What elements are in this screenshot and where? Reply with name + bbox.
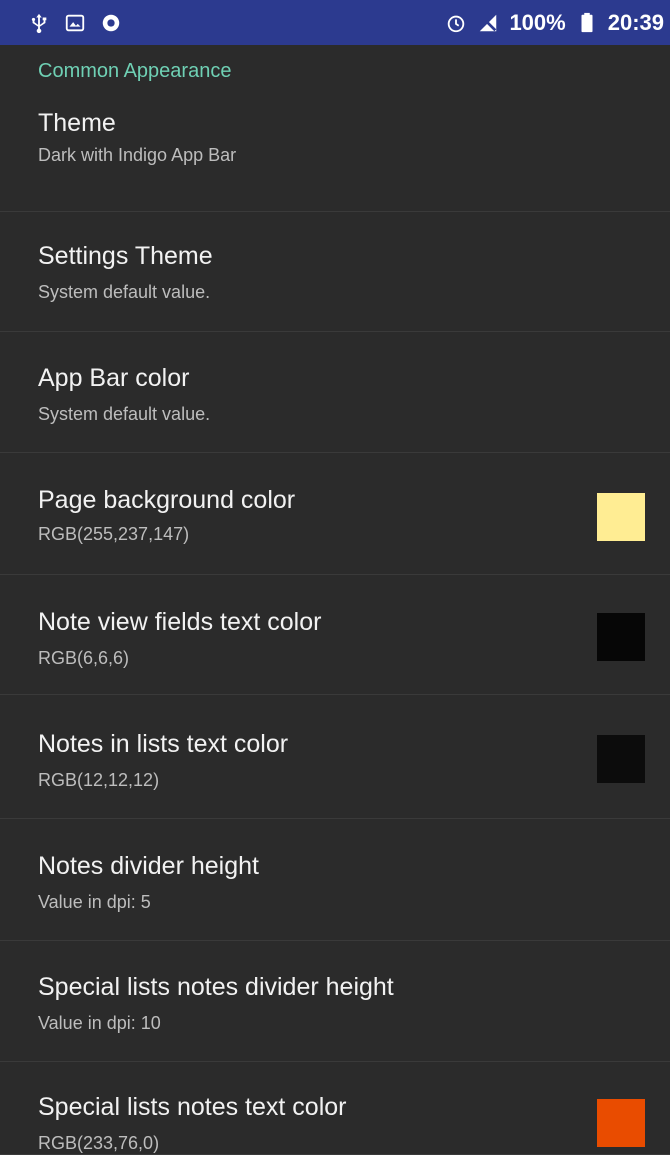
- color-swatch: [597, 493, 645, 541]
- alarm-icon: [445, 12, 467, 34]
- pref-special-lists-notes-divider-height[interactable]: Special lists notes divider height Value…: [0, 941, 670, 1062]
- image-icon: [64, 12, 86, 34]
- pref-page-background-color[interactable]: Page background color RGB(255,237,147): [0, 453, 670, 575]
- pref-title: Special lists notes divider height: [38, 973, 394, 1001]
- color-swatch: [597, 735, 645, 783]
- pref-app-bar-color[interactable]: App Bar color System default value.: [0, 332, 670, 453]
- sync-icon: [100, 12, 122, 34]
- pref-title: Theme: [38, 109, 116, 137]
- pref-title: Page background color: [38, 486, 296, 514]
- usb-icon: [28, 12, 50, 34]
- status-icons-left: [28, 12, 122, 34]
- pref-summary: System default value.: [38, 404, 211, 424]
- pref-summary: RGB(12,12,12): [38, 770, 160, 790]
- pref-summary: Value in dpi: 5: [38, 892, 151, 912]
- battery-icon: [576, 12, 598, 34]
- pref-note-view-fields-text-color[interactable]: Note view fields text color RGB(6,6,6): [0, 575, 670, 695]
- status-bar: 100% 20:39: [0, 0, 670, 45]
- pref-title: Notes divider height: [38, 852, 259, 880]
- pref-notes-in-lists-text-color[interactable]: Notes in lists text color RGB(12,12,12): [0, 695, 670, 819]
- pref-title: Notes in lists text color: [38, 730, 289, 758]
- color-swatch: [597, 613, 645, 661]
- pref-settings-theme[interactable]: Settings Theme System default value.: [0, 212, 670, 332]
- pref-theme[interactable]: Theme Dark with Indigo App Bar: [0, 95, 670, 212]
- pref-title: Note view fields text color: [38, 608, 322, 636]
- no-signal-icon: [477, 12, 499, 34]
- pref-summary: RGB(233,76,0): [38, 1133, 160, 1153]
- pref-title: Settings Theme: [38, 242, 213, 270]
- pref-special-lists-notes-text-color[interactable]: Special lists notes text color RGB(233,7…: [0, 1062, 670, 1155]
- pref-summary: Value in dpi: 10: [38, 1013, 161, 1033]
- pref-title: Special lists notes text color: [38, 1093, 347, 1121]
- pref-summary: System default value.: [38, 282, 211, 302]
- pref-summary: RGB(6,6,6): [38, 648, 130, 668]
- pref-notes-divider-height[interactable]: Notes divider height Value in dpi: 5: [0, 819, 670, 941]
- pref-summary: RGB(255,237,147): [38, 524, 190, 544]
- pref-title: App Bar color: [38, 364, 190, 392]
- status-icons-right: 100% 20:39: [445, 10, 664, 36]
- color-swatch: [597, 1099, 645, 1147]
- pref-summary: Dark with Indigo App Bar: [38, 145, 237, 165]
- battery-percent: 100%: [509, 9, 566, 35]
- section-header: Common Appearance: [38, 60, 232, 82]
- clock: 20:39: [607, 9, 664, 35]
